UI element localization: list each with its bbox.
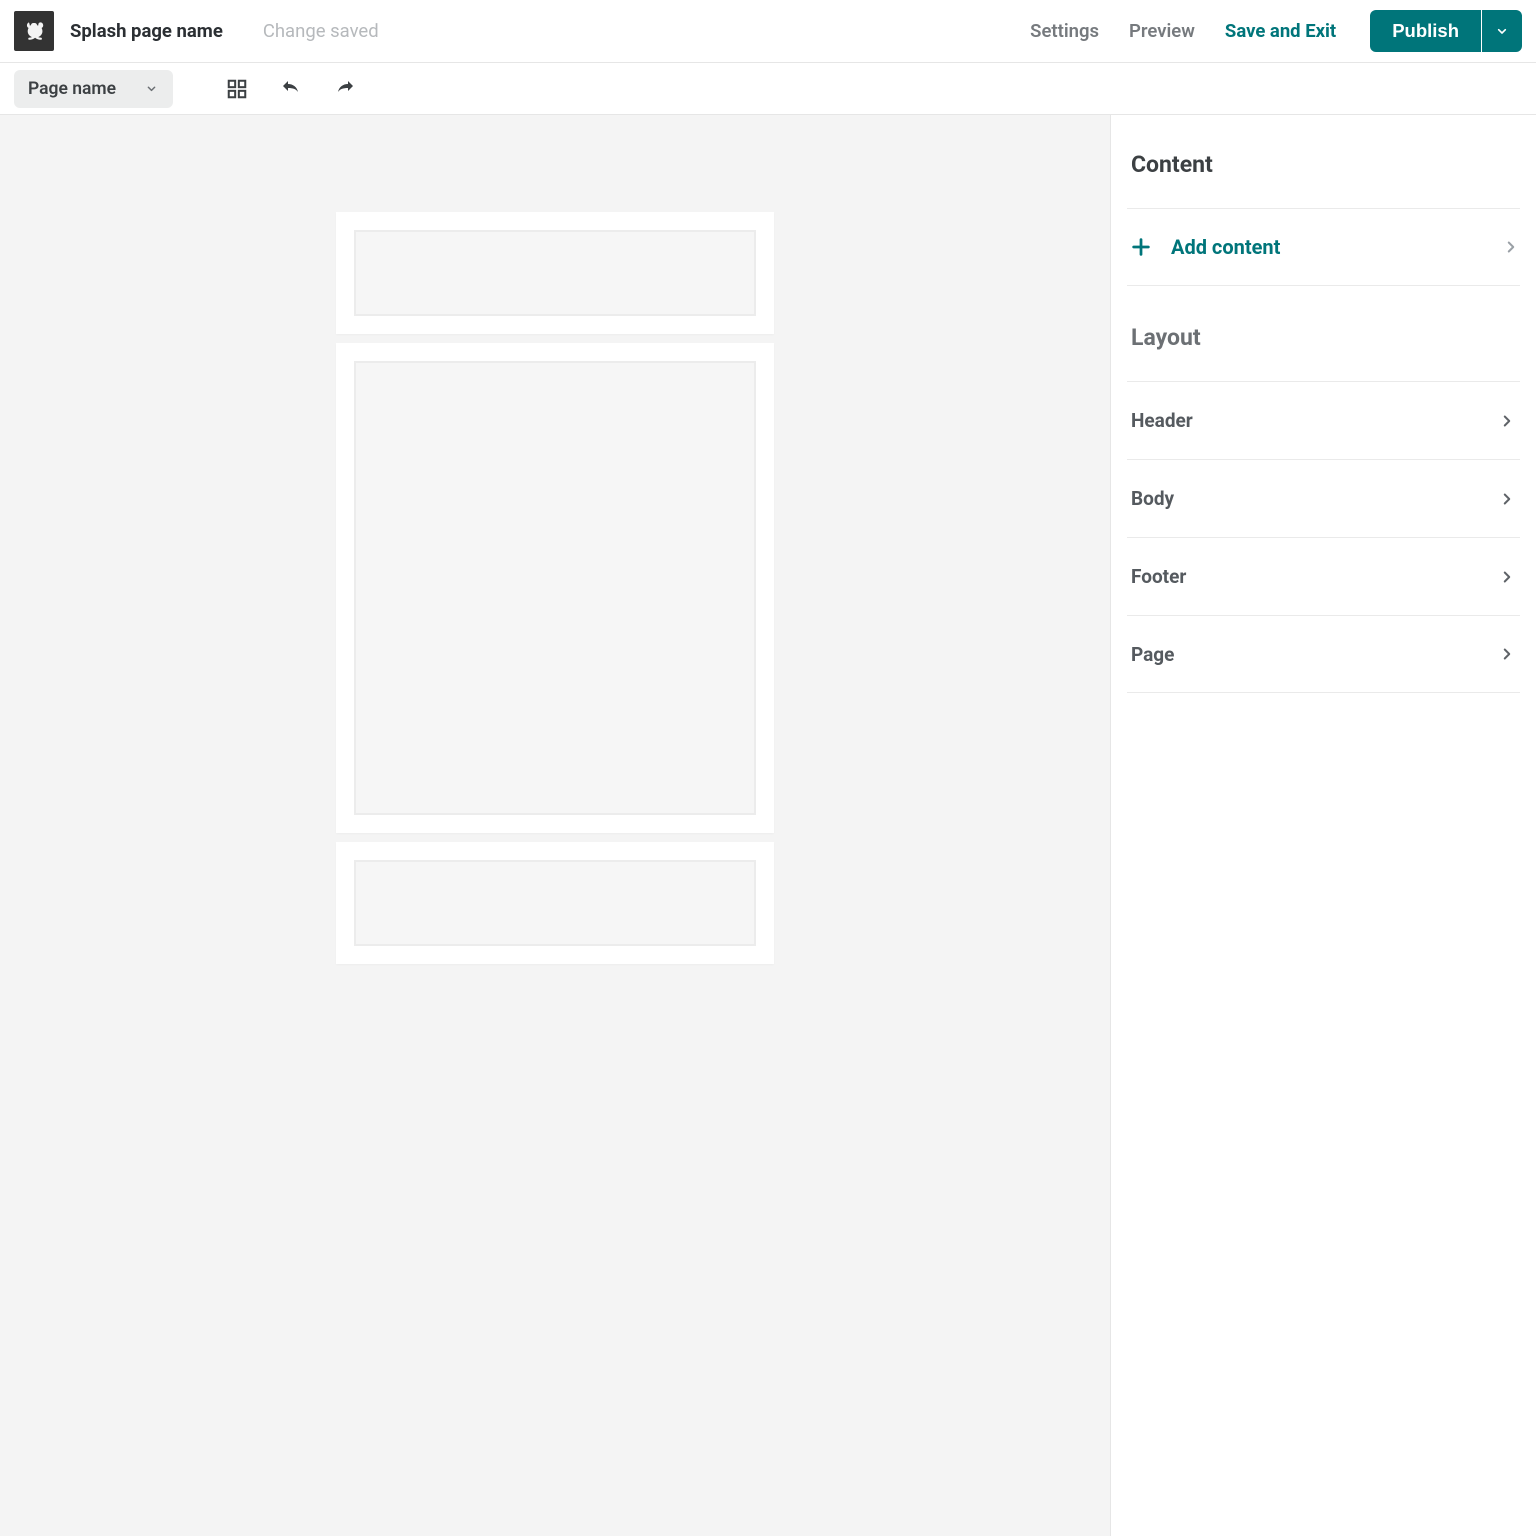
- canvas-footer-section[interactable]: [336, 842, 774, 964]
- layout-row-body[interactable]: Body: [1127, 459, 1520, 537]
- chevron-right-icon: [1498, 645, 1516, 663]
- canvas-body-section[interactable]: [336, 343, 774, 833]
- canvas-header-block: [354, 230, 756, 316]
- layout-row-label: Page: [1131, 643, 1174, 666]
- grid-view-button[interactable]: [219, 71, 255, 107]
- grid-icon: [226, 78, 248, 100]
- chevron-right-icon: [1498, 568, 1516, 586]
- undo-button[interactable]: [273, 71, 309, 107]
- save-status: Change saved: [263, 20, 379, 42]
- plus-icon: [1129, 235, 1153, 259]
- preview-link[interactable]: Preview: [1129, 20, 1195, 42]
- publish-group: Publish: [1370, 10, 1522, 52]
- chevron-right-icon: [1498, 412, 1516, 430]
- main: Content Add content Layout Header Body: [0, 115, 1536, 1536]
- undo-icon: [279, 77, 303, 101]
- redo-icon: [333, 77, 357, 101]
- canvas-footer-block: [354, 860, 756, 946]
- settings-link[interactable]: Settings: [1030, 20, 1099, 42]
- layout-row-header[interactable]: Header: [1127, 381, 1520, 459]
- canvas-header-section[interactable]: [336, 212, 774, 334]
- topbar: Splash page name Change saved Settings P…: [0, 0, 1536, 63]
- page-title: Splash page name: [70, 20, 223, 42]
- canvas-body-block: [354, 361, 756, 815]
- layout-row-label: Body: [1131, 487, 1174, 510]
- page-select[interactable]: Page name: [14, 70, 173, 108]
- chevron-right-icon: [1502, 238, 1520, 256]
- page-select-label: Page name: [28, 79, 116, 99]
- layout-row-footer[interactable]: Footer: [1127, 537, 1520, 615]
- frog-icon: [21, 18, 47, 44]
- publish-dropdown-button[interactable]: [1482, 10, 1522, 52]
- sidebar: Content Add content Layout Header Body: [1110, 115, 1536, 1536]
- layout-row-label: Header: [1131, 409, 1193, 432]
- app-logo[interactable]: [14, 11, 54, 51]
- add-content-row[interactable]: Add content: [1127, 208, 1520, 286]
- publish-button[interactable]: Publish: [1370, 10, 1481, 52]
- chevron-right-icon: [1498, 490, 1516, 508]
- layout-row-label: Footer: [1131, 565, 1186, 588]
- save-and-exit-link[interactable]: Save and Exit: [1225, 20, 1336, 42]
- redo-button[interactable]: [327, 71, 363, 107]
- sidebar-content-title: Content: [1127, 151, 1520, 178]
- toolbar: Page name: [0, 63, 1536, 115]
- chevron-down-icon: [144, 81, 159, 96]
- chevron-down-icon: [1494, 23, 1510, 39]
- add-content-label: Add content: [1171, 235, 1280, 259]
- sidebar-layout-title: Layout: [1131, 324, 1520, 351]
- canvas-area: [0, 115, 1110, 1536]
- layout-row-page[interactable]: Page: [1127, 615, 1520, 693]
